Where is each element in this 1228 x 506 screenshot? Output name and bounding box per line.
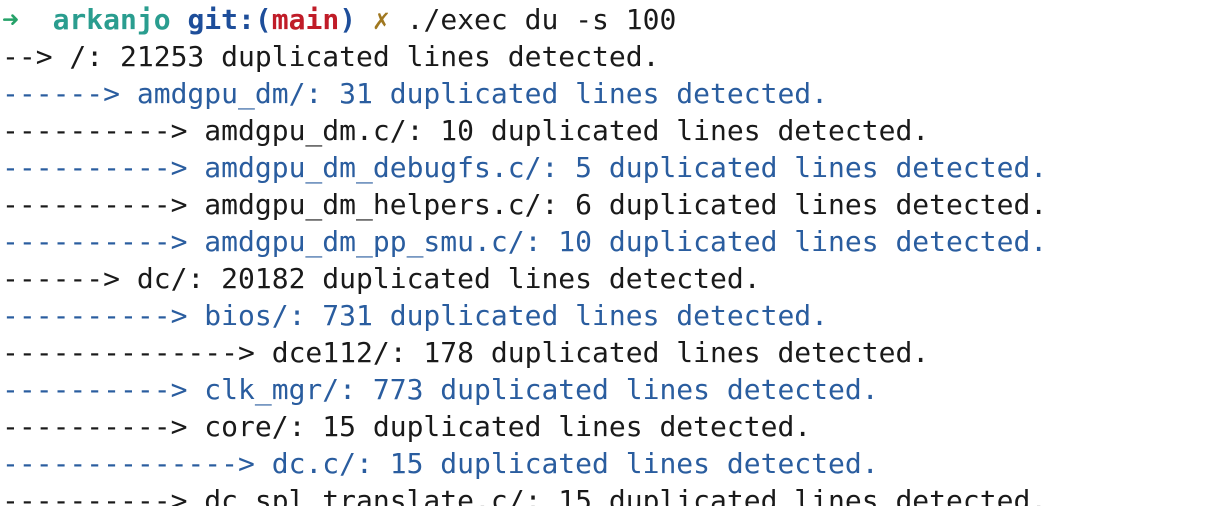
output-line: ------> amdgpu_dm/: 31 duplicated lines … bbox=[2, 77, 829, 110]
output-line: ----------> bios/: 731 duplicated lines … bbox=[2, 299, 829, 332]
prompt-line: ➜ arkanjo git:(main) ✗ ./exec du -s 100 bbox=[2, 1, 1228, 38]
prompt-git-prefix: git:( bbox=[187, 3, 272, 36]
output-line: --> /: 21253 duplicated lines detected. bbox=[2, 40, 660, 73]
git-dirty-icon: ✗ bbox=[372, 3, 390, 36]
output-line: ------> dc/: 20182 duplicated lines dete… bbox=[2, 262, 761, 295]
prompt-git-suffix: ) bbox=[339, 3, 357, 36]
output-line: ----------> core/: 15 duplicated lines d… bbox=[2, 410, 812, 443]
output-line: ----------> clk_mgr/: 773 duplicated lin… bbox=[2, 373, 879, 406]
output-line: ----------> amdgpu_dm_debugfs.c/: 5 dupl… bbox=[2, 151, 1048, 184]
output-line: ----------> dc_spl_translate.c/: 15 dupl… bbox=[2, 484, 1048, 506]
terminal-output: --> /: 21253 duplicated lines detected. -… bbox=[2, 38, 1228, 506]
output-line: --------------> dc.c/: 15 duplicated lin… bbox=[2, 447, 879, 480]
prompt-command: ./exec du -s 100 bbox=[406, 3, 677, 36]
output-line: ----------> amdgpu_dm_pp_smu.c/: 10 dupl… bbox=[2, 225, 1048, 258]
terminal-window[interactable]: ➜ arkanjo git:(main) ✗ ./exec du -s 100 … bbox=[0, 0, 1228, 506]
output-line: ----------> amdgpu_dm_helpers.c/: 6 dupl… bbox=[2, 188, 1048, 221]
prompt-branch: main bbox=[271, 3, 340, 36]
output-line: ----------> amdgpu_dm.c/: 10 duplicated … bbox=[2, 114, 930, 147]
output-line: --------------> dce112/: 178 duplicated … bbox=[2, 336, 930, 369]
prompt-arrow-icon: ➜ bbox=[2, 3, 19, 36]
prompt-user: arkanjo bbox=[52, 3, 171, 36]
